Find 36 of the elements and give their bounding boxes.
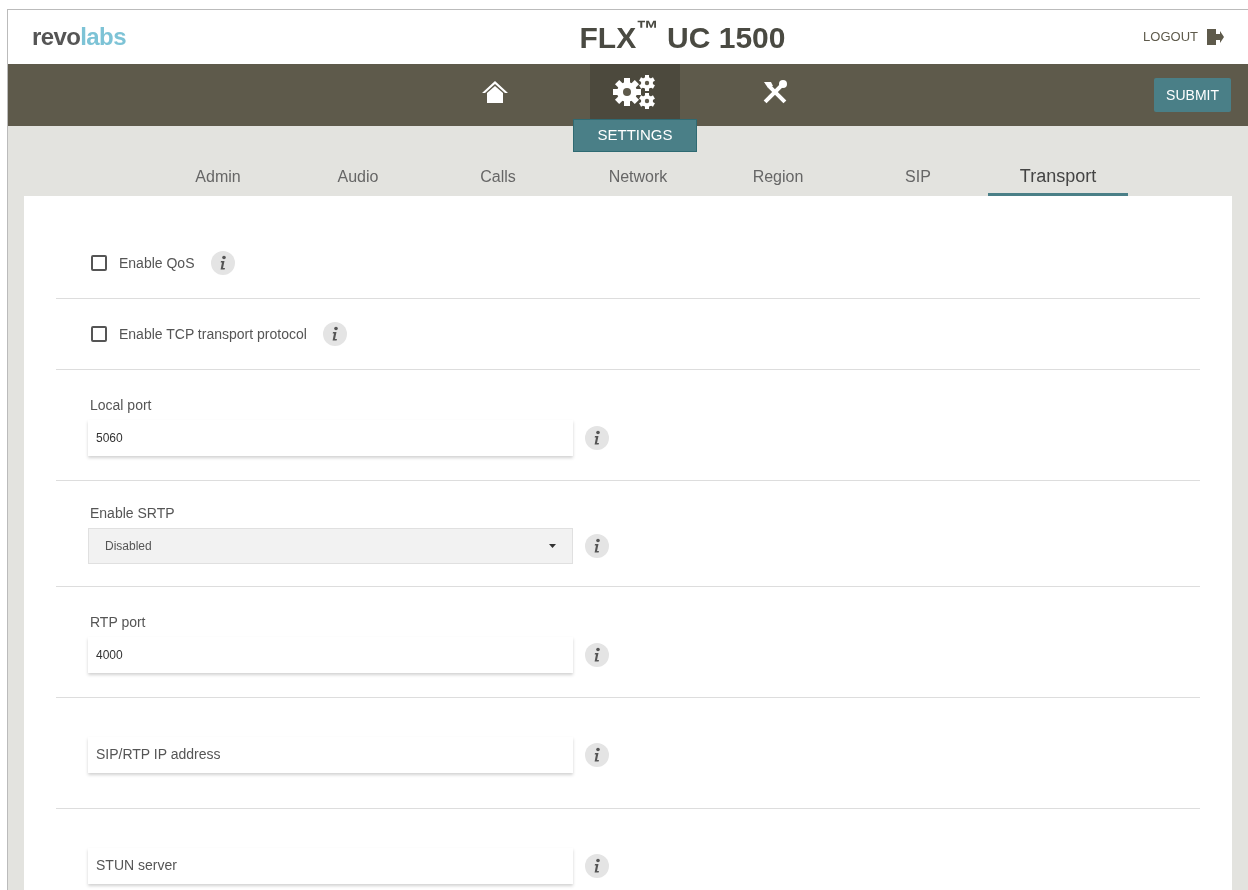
submit-button[interactable]: SUBMIT	[1154, 78, 1231, 112]
dropdown[interactable]: Disabled	[88, 528, 573, 564]
checkbox-label: Enable QoS	[119, 253, 195, 273]
input-field[interactable]: STUN server	[88, 848, 573, 884]
nav-label: SETTINGS	[573, 119, 697, 152]
tools-icon	[762, 79, 788, 104]
tab[interactable]: SIP	[848, 160, 988, 196]
checkbox[interactable]	[91, 255, 107, 271]
logo-text: revo	[32, 22, 81, 52]
tab[interactable]: Audio	[288, 160, 428, 196]
info-icon[interactable]	[210, 251, 235, 275]
input-field[interactable]: 5060	[88, 419, 573, 456]
exit-door-icon	[1206, 28, 1224, 46]
info-icon[interactable]	[585, 854, 609, 878]
tab[interactable]: Admin	[148, 160, 288, 196]
tab[interactable]: Network	[568, 160, 708, 196]
info-icon[interactable]	[585, 534, 609, 558]
input-field[interactable]: SIP/RTP IP address	[88, 737, 573, 773]
home-icon	[481, 79, 509, 104]
tab[interactable]: Calls	[428, 160, 568, 196]
info-icon[interactable]	[585, 425, 609, 450]
field-label: RTP port	[89, 612, 147, 632]
checkbox[interactable]	[91, 326, 107, 342]
nav-tab[interactable]	[590, 64, 680, 119]
caret-icon	[549, 544, 556, 548]
input-field[interactable]: 4000	[88, 636, 573, 673]
tab[interactable]: Region	[708, 160, 848, 196]
product-title: FLX$^{™}$ UC 1500	[579, 15, 786, 56]
logo-text: labs	[80, 22, 126, 52]
info-icon[interactable]	[585, 642, 609, 667]
checkbox-label: Enable TCP transport protocol	[119, 324, 307, 344]
info-icon[interactable]	[322, 322, 347, 346]
field-label: Enable SRTP	[89, 504, 176, 523]
info-icon[interactable]	[585, 743, 609, 767]
logout-button[interactable]: LOGOUT	[1143, 27, 1198, 47]
field-label: Local port	[89, 395, 153, 415]
